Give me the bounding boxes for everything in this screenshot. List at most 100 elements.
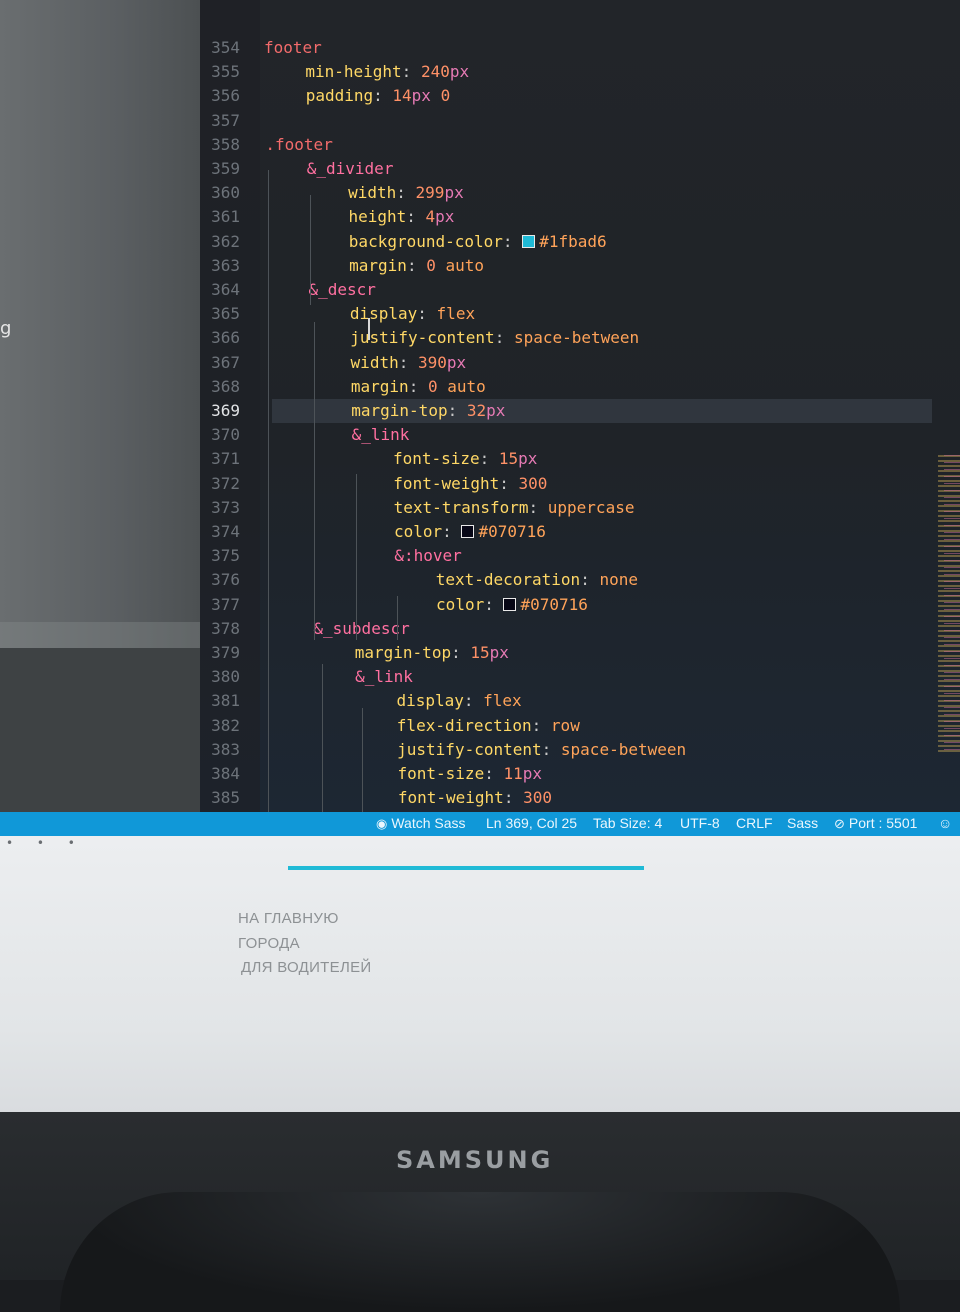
line-number: 375 (211, 546, 240, 566)
code-line[interactable]: 372 font-weight: 300 (0, 472, 940, 496)
token-nest: &_link (355, 667, 413, 687)
line-number: 373 (211, 497, 240, 517)
code-line[interactable]: 381 display: flex (0, 689, 940, 713)
line-number: 371 (211, 449, 240, 469)
token-punc: : (406, 207, 426, 227)
code-line[interactable]: 364 &_descr (0, 278, 940, 302)
line-ending[interactable]: CRLF (736, 815, 773, 831)
line-number: 374 (211, 522, 240, 541)
token-punc: : (408, 376, 428, 396)
code-line[interactable]: 376 text-decoration: none (0, 568, 940, 592)
token-punc (438, 377, 448, 396)
token-kw: auto (445, 255, 485, 275)
token-prop: width (348, 183, 397, 203)
code-line[interactable]: 368 margin: 0 auto (0, 375, 940, 399)
live-server-button[interactable]: ⊘ Port : 5501 (834, 815, 917, 832)
window-dots: • • • (6, 836, 85, 850)
token-unit: px (435, 207, 455, 227)
code-line[interactable]: 356 padding: 14px 0 (0, 84, 940, 108)
token-punc: : (528, 497, 548, 517)
code-line[interactable]: 370 &_link (0, 423, 940, 447)
code-line[interactable]: 371 font-size: 15px (0, 447, 940, 471)
watch-sass-button[interactable]: ◉ Watch Sass (376, 815, 466, 832)
indent-guide (397, 596, 398, 640)
color-swatch (522, 234, 536, 248)
line-number: 380 (211, 667, 240, 687)
code-line[interactable]: 359 &_divider (0, 157, 940, 181)
token-nest: &_subdescr (313, 618, 410, 638)
code-text: width: 390px (351, 351, 467, 375)
token-punc: : (502, 231, 523, 251)
encoding[interactable]: UTF-8 (680, 815, 720, 831)
code-editor[interactable]: g 354 footer 355 min-height: 240px 356 paddin… (0, 0, 960, 812)
tab-size[interactable]: Tab Size: 4 (593, 815, 662, 831)
code-text: font-size: 15px (393, 447, 538, 471)
code-text: padding: 14px 0 (306, 84, 451, 108)
cursor-position[interactable]: Ln 369, Col 25 (486, 815, 577, 831)
token-kw: flex (483, 691, 522, 711)
code-text: text-decoration: none (436, 568, 638, 592)
code-line[interactable]: 358 .footer (0, 133, 940, 157)
token-prop: color (436, 594, 485, 614)
token-punc: : (406, 255, 427, 275)
code-line[interactable]: 360 width: 299px (0, 181, 940, 205)
token-prop: justify-content (350, 328, 495, 348)
brand-logo: SAMSUNG (396, 1146, 554, 1174)
code-line[interactable]: 378 &_subdescr (0, 617, 940, 641)
code-line[interactable]: 384 font-size: 11px (0, 762, 940, 786)
line-number: 369 (211, 401, 240, 420)
code-line[interactable]: 367 width: 390px (0, 351, 940, 375)
footer-link-home[interactable]: НА ГЛАВНУЮ (238, 910, 339, 927)
code-line[interactable]: 373 text-transform: uppercase (0, 496, 940, 520)
token-prop: text-decoration (435, 570, 581, 590)
line-number: 368 (211, 376, 240, 396)
token-num: 15 (470, 643, 490, 662)
token-unit: px (449, 62, 470, 82)
code-text: color: #070716 (436, 593, 588, 617)
code-line[interactable]: 355 min-height: 240px (0, 60, 940, 84)
token-prop: background-color (348, 231, 503, 251)
text-cursor (368, 318, 370, 340)
token-kw: none (599, 570, 638, 590)
code-line[interactable]: 357 (0, 109, 940, 133)
feedback-icon[interactable]: ☺ (938, 815, 952, 831)
token-nest: &_descr (308, 280, 376, 299)
code-text: font-size: 11px (398, 762, 543, 786)
code-line[interactable]: 365 display: flex (0, 302, 940, 326)
token-kw: #070716 (478, 522, 546, 541)
indent-guide (322, 664, 323, 812)
code-line[interactable]: 382 flex-direction: row (0, 714, 940, 738)
code-line[interactable]: 369 margin-top: 32px (211, 399, 932, 423)
code-line[interactable]: 354 footer (0, 36, 940, 60)
line-number: 358 (211, 134, 240, 154)
footer-link-drivers[interactable]: ДЛЯ ВОДИТЕЛЕЙ (241, 959, 371, 976)
token-prop: font-size (397, 764, 485, 783)
code-line[interactable]: 362 background-color: #1fbad6 (0, 230, 940, 254)
code-line[interactable]: 363 margin: 0 auto (0, 254, 940, 278)
code-line[interactable]: 377 color: #070716 (0, 593, 940, 617)
code-line[interactable]: 366 justify-content: space-between (0, 326, 940, 350)
token-nest: &_link (351, 425, 410, 445)
color-swatch (461, 525, 475, 538)
code-line[interactable]: 379 margin-top: 15px (0, 641, 940, 665)
token-prop: justify-content (397, 739, 542, 759)
code-line[interactable]: 385 font-weight: 300 (0, 786, 940, 810)
footer-link-cities[interactable]: ГОРОДА (238, 935, 300, 952)
code-line[interactable]: 380 &_link (0, 665, 940, 689)
code-line[interactable]: 375 &:hover (0, 544, 940, 568)
token-num: 299 (415, 183, 445, 203)
token-punc: : (401, 62, 421, 82)
code-line[interactable]: 361 height: 4px (0, 205, 940, 229)
language-mode[interactable]: Sass (787, 815, 818, 831)
token-num: 32 (466, 401, 487, 420)
token-punc: : (447, 401, 467, 420)
footer-divider (288, 866, 644, 870)
token-prop: min-height (305, 62, 402, 82)
line-number: 376 (211, 570, 240, 590)
line-number: 360 (211, 183, 240, 203)
token-prop: flex-direction (396, 715, 532, 735)
code-line[interactable]: 374 color: #070716 (0, 520, 940, 544)
code-line[interactable]: 383 justify-content: space-between (0, 738, 940, 762)
minimap-overlay (944, 455, 960, 755)
monitor-stand (60, 1192, 900, 1312)
